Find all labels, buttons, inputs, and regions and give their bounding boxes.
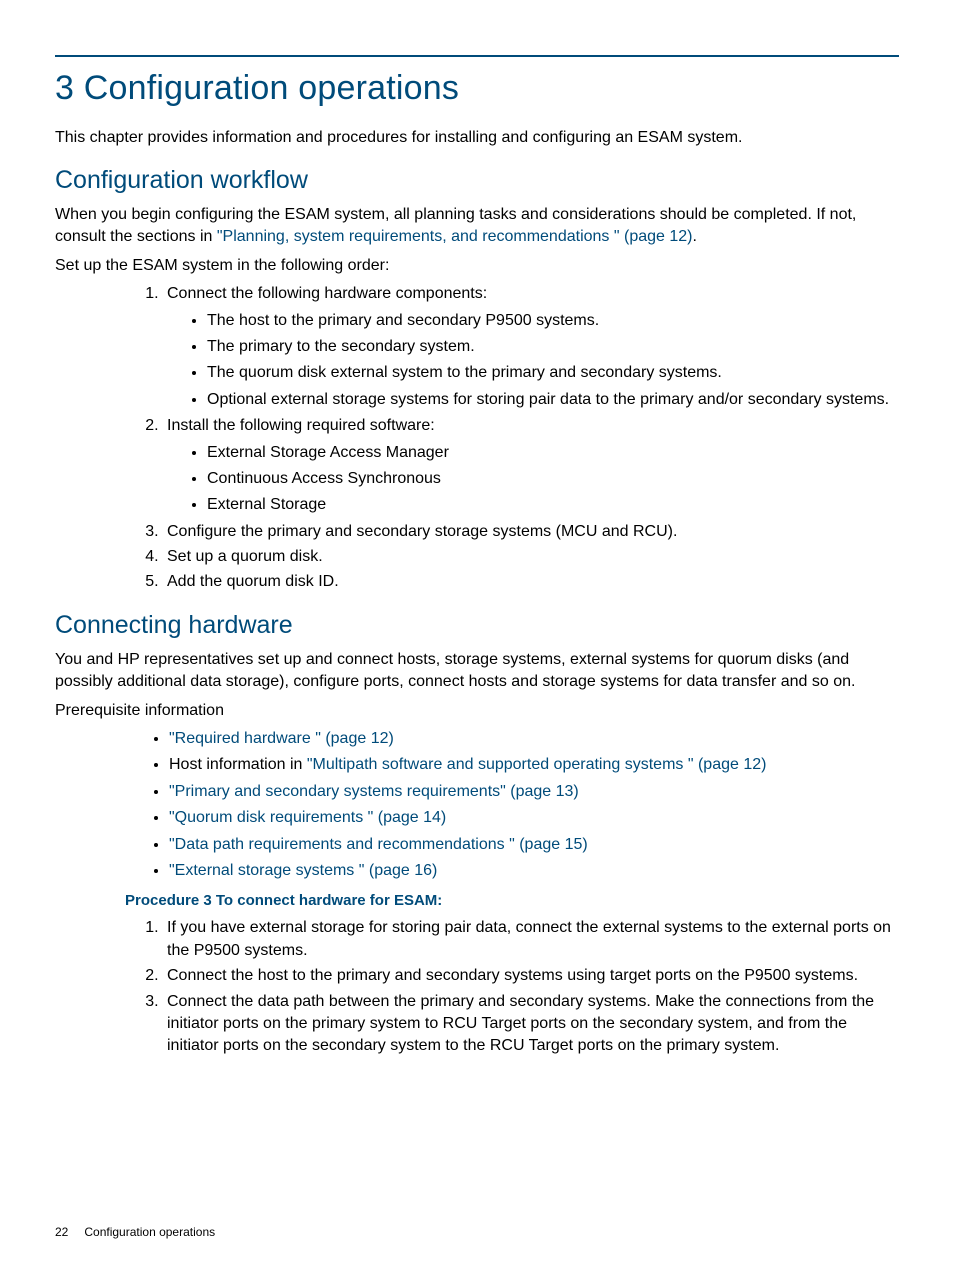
step1-bullet: The quorum disk external system to the p… — [207, 362, 899, 384]
page-number: 22 — [55, 1225, 68, 1239]
connecting-para1: You and HP representatives set up and co… — [55, 649, 899, 694]
footer-label: Configuration operations — [84, 1225, 215, 1239]
workflow-step-2-text: Install the following required software: — [167, 417, 435, 434]
procedure-step: Connect the host to the primary and seco… — [163, 965, 899, 987]
link-quorum[interactable]: "Quorum disk requirements " (page 14) — [169, 809, 446, 826]
top-rule — [55, 55, 899, 57]
link-planning[interactable]: "Planning, system requirements, and reco… — [217, 228, 693, 245]
step2-bullets: External Storage Access Manager Continuo… — [167, 442, 899, 517]
workflow-step-3: Configure the primary and secondary stor… — [163, 521, 899, 543]
step2-bullet: External Storage Access Manager — [207, 442, 899, 464]
step1-bullets: The host to the primary and secondary P9… — [167, 310, 899, 412]
page-footer: 22 Configuration operations — [55, 1224, 215, 1241]
link-required-hardware[interactable]: "Required hardware " (page 12) — [169, 730, 394, 747]
prereq-bullet: "Primary and secondary systems requireme… — [169, 781, 899, 803]
prereq-bullets: "Required hardware " (page 12) Host info… — [145, 728, 899, 882]
workflow-para1: When you begin configuring the ESAM syst… — [55, 204, 899, 249]
step2-bullet: Continuous Access Synchronous — [207, 468, 899, 490]
link-data-path[interactable]: "Data path requirements and recommendati… — [169, 836, 588, 853]
link-multipath[interactable]: "Multipath software and supported operat… — [307, 756, 767, 773]
step1-bullet: The primary to the secondary system. — [207, 336, 899, 358]
section-config-workflow: Configuration workflow — [55, 163, 899, 198]
prereq-bullet: "External storage systems " (page 16) — [169, 860, 899, 882]
workflow-para1-text-b: . — [692, 228, 696, 245]
step1-bullet: Optional external storage systems for st… — [207, 389, 899, 411]
workflow-step-1: Connect the following hardware component… — [163, 283, 899, 411]
prereq-bullet: Host information in "Multipath software … — [169, 754, 899, 776]
procedure-3-title: Procedure 3 To connect hardware for ESAM… — [125, 890, 899, 911]
workflow-steps: Connect the following hardware component… — [125, 283, 899, 594]
section-connecting-hardware: Connecting hardware — [55, 608, 899, 643]
chapter-intro: This chapter provides information and pr… — [55, 127, 899, 149]
workflow-step-1-text: Connect the following hardware component… — [167, 285, 487, 302]
workflow-step-2: Install the following required software:… — [163, 415, 899, 517]
prereq-bullet: "Data path requirements and recommendati… — [169, 834, 899, 856]
workflow-step-4: Set up a quorum disk. — [163, 546, 899, 568]
workflow-step-5: Add the quorum disk ID. — [163, 571, 899, 593]
link-external-storage[interactable]: "External storage systems " (page 16) — [169, 862, 437, 879]
step1-bullet: The host to the primary and secondary P9… — [207, 310, 899, 332]
procedure-3-steps: If you have external storage for storing… — [125, 917, 899, 1057]
workflow-para2: Set up the ESAM system in the following … — [55, 255, 899, 277]
link-primary-secondary[interactable]: "Primary and secondary systems requireme… — [169, 783, 579, 800]
prereq-bullet: "Quorum disk requirements " (page 14) — [169, 807, 899, 829]
chapter-title: 3 Configuration operations — [55, 65, 899, 113]
step2-bullet: External Storage — [207, 494, 899, 516]
procedure-step: Connect the data path between the primar… — [163, 991, 899, 1058]
connecting-prereq-label: Prerequisite information — [55, 700, 899, 722]
prereq-bullet: "Required hardware " (page 12) — [169, 728, 899, 750]
prereq-pre: Host information in — [169, 756, 307, 773]
procedure-step: If you have external storage for storing… — [163, 917, 899, 962]
